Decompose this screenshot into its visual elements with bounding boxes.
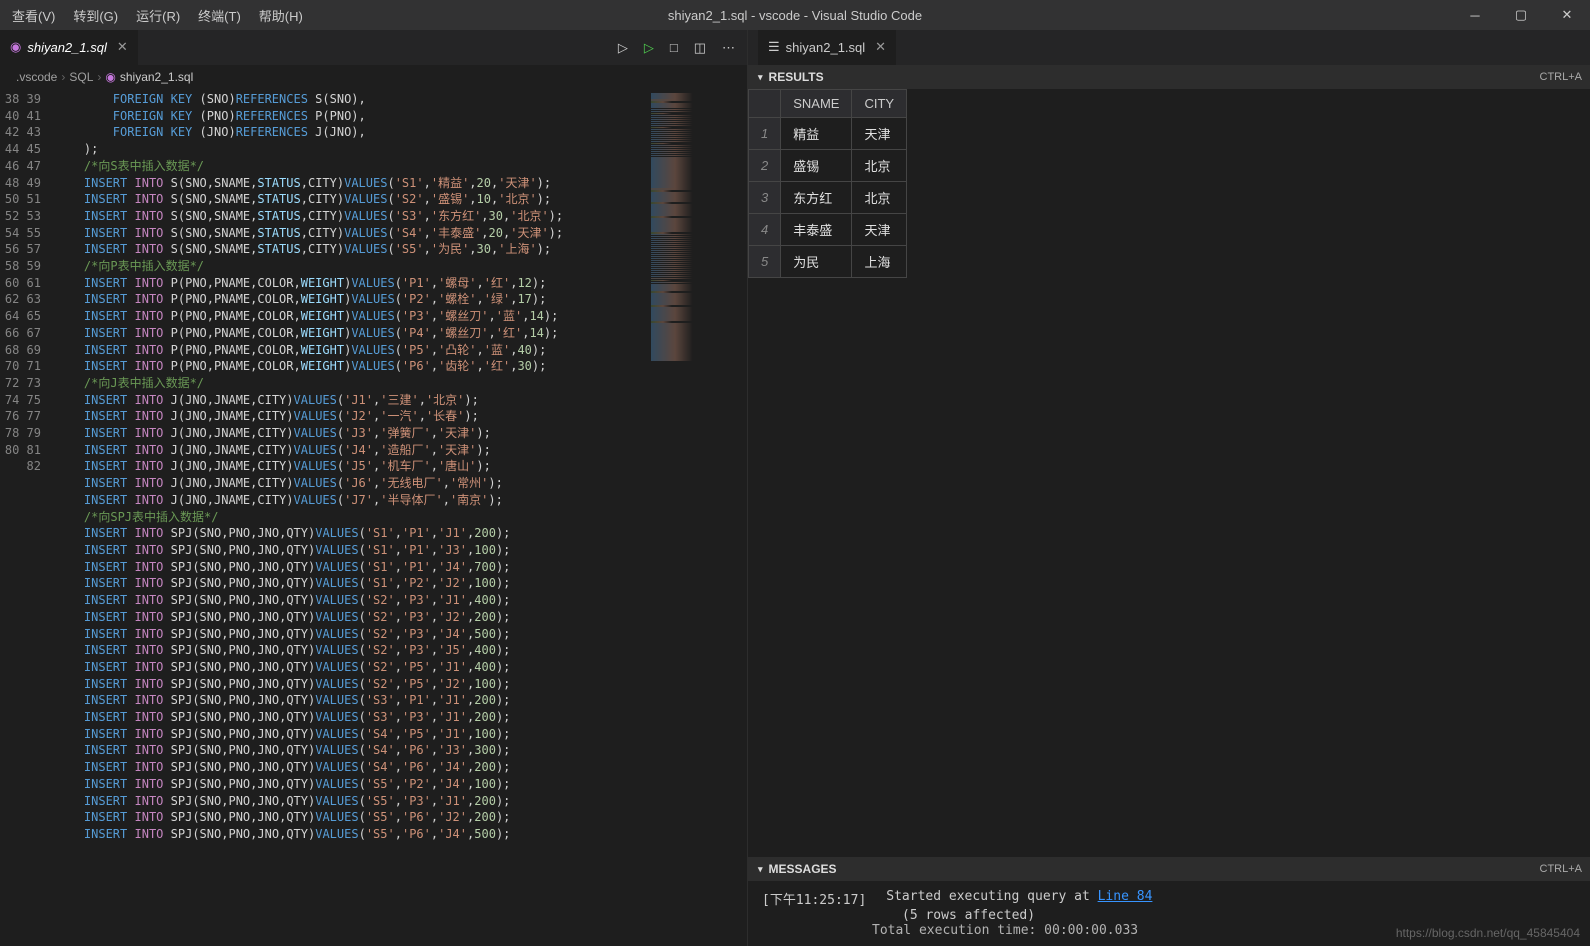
editor[interactable]: 38 39 40 41 42 43 44 45 46 47 48 49 50 5… <box>0 89 747 946</box>
minimap[interactable] <box>647 89 747 946</box>
message-text: Started executing query at <box>886 889 1097 904</box>
table-row[interactable]: 3东方红北京 <box>749 182 907 214</box>
menu-bar: 查看(V)转到(G)运行(R)终端(T)帮助(H) <box>0 2 311 29</box>
code-content[interactable]: FOREIGN KEY (SNO)REFERENCES S(SNO), FORE… <box>55 89 647 946</box>
split-editor-icon[interactable]: ◫ <box>694 40 706 56</box>
table-cell: 丰泰盛 <box>781 214 852 246</box>
table-row[interactable]: 5为民上海 <box>749 246 907 278</box>
line-numbers: 38 39 40 41 42 43 44 45 46 47 48 49 50 5… <box>0 89 55 946</box>
database-icon: ◉ <box>10 39 21 55</box>
more-icon[interactable]: ⋯ <box>722 40 735 56</box>
table-row[interactable]: 1精益天津 <box>749 118 907 150</box>
menu-item[interactable]: 运行(R) <box>128 2 188 29</box>
table-row[interactable]: 4丰泰盛天津 <box>749 214 907 246</box>
run-selection-icon[interactable]: ▷ <box>618 40 628 56</box>
crumb[interactable]: shiyan2_1.sql <box>120 70 193 84</box>
chevron-down-icon: ▾ <box>758 72 763 83</box>
table-cell: 盛锡 <box>781 150 852 182</box>
table-cell: 为民 <box>781 246 852 278</box>
chevron-right-icon: › <box>61 70 65 84</box>
table-cell: 东方红 <box>781 182 852 214</box>
stop-icon[interactable]: □ <box>670 40 678 56</box>
maximize-button[interactable]: ▢ <box>1498 0 1544 30</box>
results-table: SNAMECITY1精益天津2盛锡北京3东方红北京4丰泰盛天津5为民上海 <box>748 89 1590 278</box>
menu-item[interactable]: 终端(T) <box>190 2 249 29</box>
message-text: (5 rows affected) <box>762 908 1576 923</box>
watermark: https://blog.csdn.net/qq_45845404 <box>1396 926 1580 940</box>
title-bar: 查看(V)转到(G)运行(R)终端(T)帮助(H) shiyan2_1.sql … <box>0 0 1590 30</box>
messages-panel-header[interactable]: ▾ MESSAGES CTRL+A <box>748 857 1590 881</box>
results-tabs: ☰ shiyan2_1.sql ✕ <box>748 30 1590 65</box>
results-tab-icon: ☰ <box>768 39 780 55</box>
table-cell: 北京 <box>852 182 907 214</box>
table-row[interactable]: 2盛锡北京 <box>749 150 907 182</box>
close-icon[interactable]: ✕ <box>875 39 886 55</box>
results-panel-header[interactable]: ▾ RESULTS CTRL+A <box>748 65 1590 89</box>
line-link[interactable]: Line 84 <box>1098 889 1153 904</box>
table-cell: 上海 <box>852 246 907 278</box>
messages-label: MESSAGES <box>769 862 837 876</box>
database-icon: ◉ <box>105 70 115 84</box>
shortcut-label: CTRL+A <box>1540 71 1583 83</box>
table-cell: 精益 <box>781 118 852 150</box>
results-tab-label[interactable]: shiyan2_1.sql <box>786 40 866 55</box>
table-cell: 北京 <box>852 150 907 182</box>
crumb[interactable]: .vscode <box>16 70 57 84</box>
column-header[interactable]: CITY <box>852 90 907 118</box>
close-icon[interactable]: ✕ <box>117 39 128 55</box>
minimize-button[interactable]: ─ <box>1452 0 1498 30</box>
menu-item[interactable]: 转到(G) <box>65 2 126 29</box>
crumb[interactable]: SQL <box>69 70 93 84</box>
menu-item[interactable]: 帮助(H) <box>251 2 311 29</box>
window-title: shiyan2_1.sql - vscode - Visual Studio C… <box>668 8 922 23</box>
close-button[interactable]: ✕ <box>1544 0 1590 30</box>
menu-item[interactable]: 查看(V) <box>4 2 63 29</box>
results-label: RESULTS <box>769 70 824 84</box>
run-icon[interactable]: ▷ <box>644 40 654 56</box>
breadcrumb[interactable]: .vscode › SQL › ◉ shiyan2_1.sql <box>0 65 747 89</box>
editor-tabs: ◉ shiyan2_1.sql ✕ ▷ ▷ □ ◫ ⋯ <box>0 30 747 65</box>
message-time: [下午11:25:17] <box>762 889 866 908</box>
chevron-right-icon: › <box>97 70 101 84</box>
column-header[interactable]: SNAME <box>781 90 852 118</box>
tab-active[interactable]: ◉ shiyan2_1.sql ✕ <box>0 30 138 65</box>
tab-label: shiyan2_1.sql <box>27 40 107 55</box>
chevron-down-icon: ▾ <box>758 864 763 875</box>
table-cell: 天津 <box>852 118 907 150</box>
shortcut-label: CTRL+A <box>1540 863 1583 875</box>
table-cell: 天津 <box>852 214 907 246</box>
